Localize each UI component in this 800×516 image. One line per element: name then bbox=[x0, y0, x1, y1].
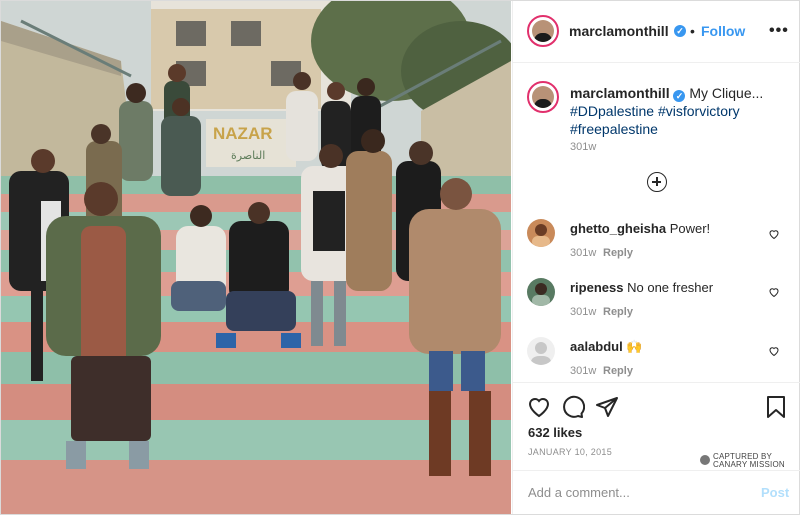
reply-button[interactable]: Reply bbox=[603, 247, 633, 259]
likes-count[interactable]: 632 likes bbox=[528, 425, 582, 440]
separator-dot: • bbox=[690, 23, 695, 39]
like-comment-heart-icon[interactable] bbox=[768, 286, 780, 298]
watermark-line-2: CANARY MISSION bbox=[713, 460, 785, 469]
comment-username[interactable]: ripeness bbox=[570, 280, 623, 295]
hashtag-link[interactable]: #visforvictory bbox=[658, 103, 740, 119]
like-heart-icon[interactable] bbox=[527, 395, 551, 419]
share-paper-plane-icon[interactable] bbox=[595, 395, 619, 419]
add-comment-bar: Add a comment... Post bbox=[513, 470, 800, 516]
like-comment-heart-icon[interactable] bbox=[768, 345, 780, 357]
wall-sign-text: NAZAR bbox=[213, 124, 273, 143]
comment-username[interactable]: ghetto_gheisha bbox=[570, 221, 666, 236]
watermark-logo-icon bbox=[700, 455, 710, 465]
save-bookmark-icon[interactable] bbox=[765, 395, 787, 419]
post-comment-button[interactable]: Post bbox=[761, 485, 789, 500]
comment-bubble-icon[interactable] bbox=[561, 395, 585, 419]
hashtag-link[interactable]: #freepalestine bbox=[570, 121, 658, 137]
commenter-avatar[interactable] bbox=[527, 337, 555, 365]
follow-button[interactable]: Follow bbox=[701, 23, 745, 39]
wall-sign-arabic: الناصرة bbox=[231, 149, 265, 162]
comment-username[interactable]: aalabdul bbox=[570, 339, 623, 354]
reply-button[interactable]: Reply bbox=[603, 306, 633, 318]
watermark: CAPTURED BY CANARY MISSION bbox=[713, 453, 785, 469]
verified-badge-icon: ✓ bbox=[673, 90, 686, 102]
comment: aalabdul 🙌 bbox=[570, 339, 643, 355]
post-caption: marclamonthill ✓ My Clique... #DDpalesti… bbox=[570, 84, 785, 138]
comment-text: Power! bbox=[669, 221, 711, 236]
author-username[interactable]: marclamonthill bbox=[569, 23, 669, 39]
caption-avatar[interactable] bbox=[527, 81, 559, 113]
commenter-avatar[interactable] bbox=[527, 278, 555, 306]
add-comment-input[interactable]: Add a comment... bbox=[528, 485, 630, 500]
comment-text: No one fresher bbox=[627, 280, 714, 295]
more-options-icon[interactable]: ••• bbox=[769, 22, 789, 40]
comment-time: 301w bbox=[570, 306, 597, 318]
hashtag-link[interactable]: #DDpalestine bbox=[570, 103, 654, 119]
caption-username[interactable]: marclamonthill bbox=[570, 85, 670, 101]
comment-text: 🙌 bbox=[626, 339, 643, 354]
post-photo[interactable]: NAZAR الناصرة bbox=[1, 1, 511, 514]
author-avatar[interactable] bbox=[527, 15, 559, 47]
caption-time: 301w bbox=[570, 141, 597, 153]
instagram-post: NAZAR الناصرة marclamonthill ✓ • Follow … bbox=[0, 0, 800, 515]
group-photo-illustration: NAZAR الناصرة bbox=[1, 1, 511, 514]
post-actions: 632 likes JANUARY 10, 2015 CAPTURED BY C… bbox=[513, 382, 800, 515]
comment: ghetto_gheisha Power! bbox=[570, 221, 710, 236]
comment-time: 301w bbox=[570, 247, 597, 259]
load-more-comments-icon[interactable] bbox=[647, 172, 667, 192]
caption-text: My Clique... bbox=[689, 85, 764, 101]
verified-badge-icon: ✓ bbox=[674, 25, 686, 37]
like-comment-heart-icon[interactable] bbox=[768, 228, 780, 240]
post-header: marclamonthill ✓ • Follow ••• bbox=[513, 1, 800, 63]
comment: ripeness No one fresher bbox=[570, 280, 713, 295]
commenter-avatar[interactable] bbox=[527, 219, 555, 247]
reply-button[interactable]: Reply bbox=[603, 365, 633, 377]
post-date: JANUARY 10, 2015 bbox=[528, 447, 613, 457]
comment-time: 301w bbox=[570, 365, 597, 377]
post-side-panel: marclamonthill ✓ • Follow ••• marclamont… bbox=[512, 1, 800, 514]
